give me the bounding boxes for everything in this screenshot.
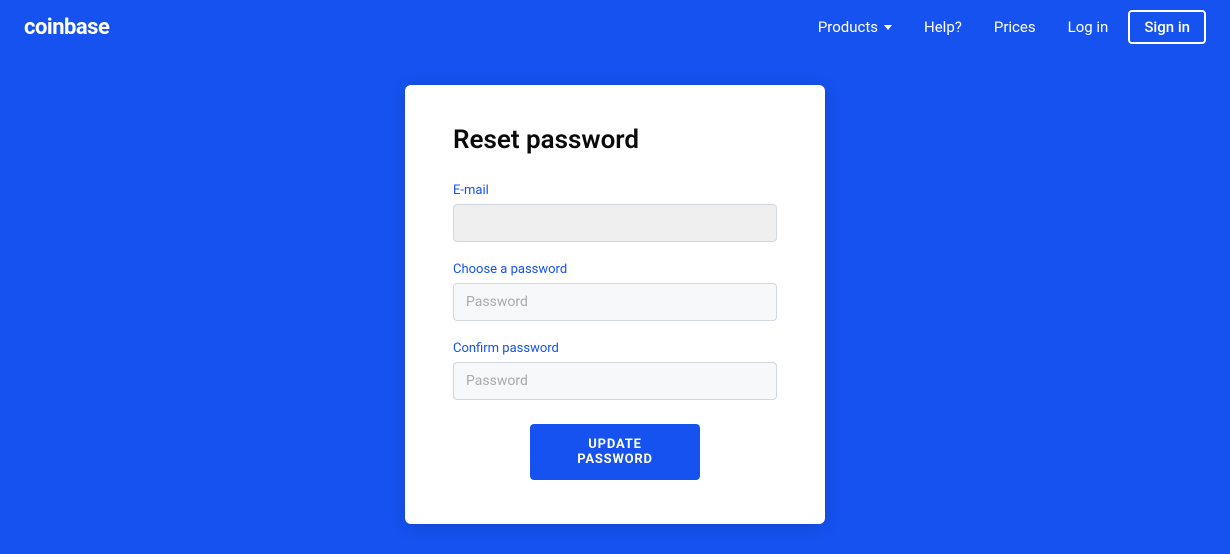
chevron-down-icon [884,25,892,30]
signin-label: Sign in [1144,18,1190,36]
login-label: Log in [1068,18,1109,36]
nav-right: Products Help? Prices Log in Sign in [806,10,1206,44]
prices-nav-item[interactable]: Prices [982,10,1048,44]
reset-password-card: Reset password E-mail Choose a password … [405,85,825,524]
password-label: Choose a password [453,262,777,277]
password-group: Choose a password [453,262,777,321]
signin-button[interactable]: Sign in [1128,10,1206,44]
help-label: Help? [924,18,962,36]
products-label: Products [818,18,878,36]
main-content: Reset password E-mail Choose a password … [0,54,1230,554]
help-nav-item[interactable]: Help? [912,10,974,44]
confirm-group: Confirm password [453,341,777,400]
logo[interactable]: coinbase [24,15,109,40]
products-nav-item[interactable]: Products [806,10,904,44]
confirm-input[interactable] [453,362,777,400]
prices-label: Prices [994,18,1036,36]
card-title: Reset password [453,125,777,155]
email-label: E-mail [453,183,777,198]
login-nav-item[interactable]: Log in [1056,10,1121,44]
email-group: E-mail [453,183,777,242]
confirm-label: Confirm password [453,341,777,356]
update-password-button[interactable]: UPDATE PASSWORD [530,424,700,480]
navbar: coinbase Products Help? Prices Log in Si… [0,0,1230,54]
password-input[interactable] [453,283,777,321]
email-input[interactable] [453,204,777,242]
